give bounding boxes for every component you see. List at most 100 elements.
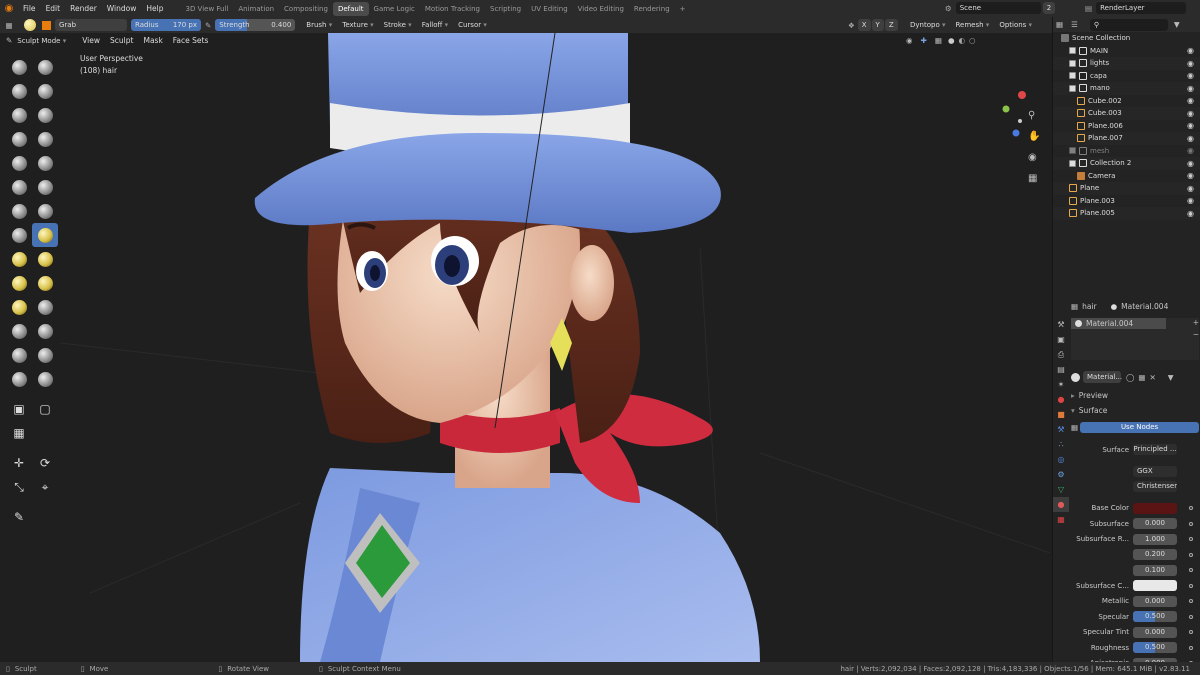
tool-clay-button[interactable]	[6, 79, 32, 103]
outliner-item-lights[interactable]: lights ◉	[1053, 57, 1200, 70]
param-value-field[interactable]: 0.200	[1133, 549, 1177, 561]
exclude-checkbox[interactable]	[1069, 72, 1076, 80]
tab-game-logic[interactable]: Game Logic	[369, 2, 420, 16]
shading-render-icon[interactable]: ○	[969, 36, 976, 45]
outliner-item-plane-005[interactable]: Plane.005 ◉	[1053, 207, 1200, 220]
keyframe-dot-icon[interactable]	[1189, 537, 1193, 542]
tool-mask-button[interactable]	[6, 367, 32, 391]
menu-render[interactable]: Render	[65, 4, 102, 13]
tab-scripting[interactable]: Scripting	[485, 2, 526, 16]
tool-annotate-button[interactable]: ✎	[6, 505, 32, 529]
param-value-field[interactable]	[1133, 580, 1177, 592]
visibility-eye-icon[interactable]: ◉	[1187, 96, 1194, 105]
zoom-icon[interactable]: ⚲	[1028, 105, 1040, 126]
param-value-field[interactable]: 0.100	[1133, 564, 1177, 576]
tab-video-editing[interactable]: Video Editing	[573, 2, 629, 16]
exclude-checkbox[interactable]	[1069, 59, 1076, 67]
render-tab-icon[interactable]: ▣	[1053, 332, 1069, 347]
outliner-item-mesh[interactable]: mesh ◉	[1053, 145, 1200, 158]
tab-default[interactable]: Default	[332, 1, 369, 16]
tool-nudge-button[interactable]	[6, 295, 32, 319]
options-dropdown[interactable]: Options	[994, 21, 1037, 29]
texture-tab-icon[interactable]: ▦	[1053, 512, 1069, 527]
material-tab-icon[interactable]: ●	[1053, 497, 1069, 512]
tool-tab-icon[interactable]: ⚒	[1053, 317, 1069, 332]
view-layer-tab-icon[interactable]: ▤	[1053, 362, 1069, 377]
outliner-item-plane[interactable]: Plane ◉	[1053, 182, 1200, 195]
visibility-eye-icon[interactable]: ◉	[1187, 121, 1194, 130]
mode-selector[interactable]: Sculpt Mode	[12, 37, 71, 45]
strength-slider[interactable]: Strength 0.400	[215, 19, 296, 31]
tool-snake-hook-button[interactable]	[32, 247, 58, 271]
keyframe-dot-icon[interactable]	[1189, 521, 1193, 526]
scene-tab-icon[interactable]: ✶	[1053, 377, 1069, 392]
exclude-checkbox[interactable]	[1069, 147, 1076, 155]
tab-uv-editing[interactable]: UV Editing	[526, 2, 573, 16]
tool-box-mask-button[interactable]: ▣	[6, 397, 32, 421]
param-value-field[interactable]: 0.000	[1133, 518, 1177, 530]
keyframe-dot-icon[interactable]	[1189, 614, 1193, 619]
symmetry-axis-z[interactable]: Z	[884, 19, 898, 31]
tool-flatten-button[interactable]	[6, 175, 32, 199]
duplicate-material-icon[interactable]: ▦	[1138, 373, 1145, 382]
keyframe-dot-icon[interactable]	[1189, 552, 1193, 557]
surface-shader-value[interactable]: Principled ...	[1133, 444, 1177, 456]
filter-icon[interactable]: ☰	[1071, 20, 1078, 29]
tool-scale-button[interactable]: ⤡	[6, 475, 32, 499]
slot-remove-icon[interactable]: −	[1193, 330, 1199, 339]
visibility-eye-icon[interactable]: ◉	[1187, 184, 1194, 193]
blender-logo-icon[interactable]: ◉	[0, 2, 18, 16]
tool-rotate-button[interactable]	[32, 295, 58, 319]
preview-panel-header[interactable]: ▸ Preview	[1071, 387, 1199, 403]
tool-grab-button[interactable]	[32, 223, 58, 247]
dyntopo-dropdown[interactable]: Dyntopo	[905, 21, 950, 29]
material-browse-icon[interactable]	[1071, 372, 1080, 382]
tool-pinch-button[interactable]	[6, 223, 32, 247]
tool-smooth-button[interactable]	[32, 151, 58, 175]
world-tab-icon[interactable]: ●	[1053, 392, 1069, 407]
stroke-dropdown[interactable]: Stroke	[379, 21, 417, 29]
material-slot-list[interactable]: Material.004 + −	[1071, 318, 1199, 360]
shading-solid-icon[interactable]: ●	[948, 36, 955, 45]
material-name-field[interactable]: Material...	[1083, 371, 1122, 383]
keyframe-dot-icon[interactable]	[1189, 506, 1193, 511]
exclude-checkbox[interactable]	[1069, 47, 1076, 55]
menu-window[interactable]: Window	[102, 4, 142, 13]
tool-cloth-filter-button[interactable]: ▦	[6, 421, 32, 445]
tab-animation[interactable]: Animation	[233, 2, 279, 16]
tool-simplify-button[interactable]	[32, 343, 58, 367]
physics-tab-icon[interactable]: ◎	[1053, 452, 1069, 467]
output-tab-icon[interactable]: ⎙	[1053, 347, 1069, 362]
menu-edit[interactable]: Edit	[41, 4, 66, 13]
outliner-root[interactable]: Scene Collection	[1053, 32, 1200, 45]
outliner-item-capa[interactable]: capa ◉	[1053, 70, 1200, 83]
tool-multiplane-scrape-button[interactable]	[32, 199, 58, 223]
render-layer-field[interactable]: RenderLayer	[1096, 2, 1187, 14]
outliner-item-camera[interactable]: Camera ◉	[1053, 170, 1200, 183]
tab-motion-tracking[interactable]: Motion Tracking	[420, 2, 485, 16]
menu-help[interactable]: Help	[141, 4, 168, 13]
tool-draw-button[interactable]	[6, 55, 32, 79]
tool-mesh-filter-button[interactable]: ▢	[32, 397, 58, 421]
brush-dropdown[interactable]: Brush	[301, 21, 337, 29]
brush-preview-icon[interactable]	[24, 19, 36, 31]
radius-slider[interactable]: Radius 170 px	[131, 19, 201, 31]
param-value-field[interactable]: 0.500	[1133, 611, 1177, 623]
3d-viewport[interactable]: ✎ Sculpt Mode ViewSculptMaskFace Sets ◉ …	[0, 33, 1052, 662]
slot-add-icon[interactable]: +	[1193, 318, 1199, 327]
tool-crease-button[interactable]	[6, 151, 32, 175]
mode-menu-mask[interactable]: Mask	[138, 36, 167, 45]
visibility-eye-icon[interactable]: ◉	[1187, 71, 1194, 80]
mode-menu-view[interactable]: View	[77, 36, 105, 45]
tool-blob-button[interactable]	[32, 127, 58, 151]
param-value-field[interactable]: 0.000	[1133, 595, 1177, 607]
symmetry-axis-x[interactable]: X	[857, 19, 871, 31]
tool-transform-button[interactable]: ⌖	[32, 475, 58, 499]
param-value-field[interactable]	[1133, 502, 1177, 514]
visibility-eye-icon[interactable]: ◉	[1187, 146, 1194, 155]
param-value-field[interactable]: 1.000	[1133, 533, 1177, 545]
outliner-item-cube-003[interactable]: Cube.003 ◉	[1053, 107, 1200, 120]
add-workspace-button[interactable]: +	[675, 2, 691, 16]
tool-elastic-deform-button[interactable]	[6, 247, 32, 271]
outliner-item-plane-006[interactable]: Plane.006 ◉	[1053, 120, 1200, 133]
